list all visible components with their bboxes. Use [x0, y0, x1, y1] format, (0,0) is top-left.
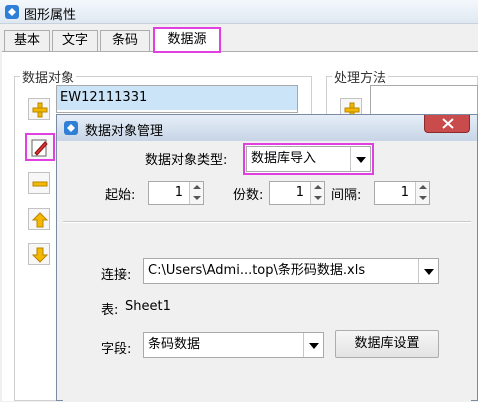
move-down-button[interactable] — [28, 243, 50, 265]
copies-label: 份数: — [233, 188, 264, 203]
type-select-dropdown-button[interactable] — [350, 147, 370, 171]
close-icon — [442, 118, 454, 129]
field-select[interactable]: 条码数据 — [143, 332, 324, 358]
interval-increment[interactable] — [415, 182, 429, 193]
dialog-app-icon — [63, 120, 79, 136]
add-button[interactable] — [28, 98, 50, 120]
move-up-button[interactable] — [28, 208, 50, 230]
remove-button[interactable] — [28, 172, 50, 194]
connection-select[interactable]: C:\Users\Admi...top\条形码数据.xls — [143, 258, 439, 284]
field-label: 字段: — [101, 342, 132, 357]
data-object-group-label: 数据对象 — [20, 67, 77, 86]
interval-label: 间隔: — [331, 188, 362, 203]
start-value: 1 — [174, 185, 183, 200]
edit-icon — [31, 139, 48, 157]
edit-button[interactable] — [25, 133, 55, 161]
close-button[interactable] — [424, 115, 470, 133]
copies-increment[interactable] — [310, 182, 324, 193]
arrow-down-icon — [31, 247, 49, 263]
interval-value: 1 — [400, 185, 409, 200]
dialog-title: 数据对象管理 — [85, 124, 164, 139]
dialog-body: 数据对象类型: 数据库导入 起始: 1 份数: 1 间隔: 1 连接: C:\U… — [63, 141, 471, 402]
minus-icon — [32, 181, 48, 187]
type-select-value: 数据库导入 — [251, 151, 317, 166]
add-icon — [32, 102, 48, 118]
arrow-up-icon — [31, 212, 49, 228]
start-label: 起始: — [105, 188, 136, 203]
connection-dropdown-button[interactable] — [418, 259, 438, 283]
db-settings-button[interactable]: 数据库设置 — [335, 330, 439, 358]
table-value: Sheet1 — [125, 299, 171, 314]
copies-decrement[interactable] — [310, 193, 324, 204]
type-label: 数据对象类型: — [145, 153, 228, 168]
connection-label: 连接: — [101, 268, 132, 283]
app-icon — [4, 4, 20, 20]
tab-basic[interactable]: 基本 — [4, 30, 50, 52]
divider-highlight — [63, 222, 471, 223]
copies-value: 1 — [295, 185, 304, 200]
start-decrement[interactable] — [189, 193, 203, 204]
field-value: 条码数据 — [148, 337, 201, 352]
interval-decrement[interactable] — [415, 193, 429, 204]
start-increment[interactable] — [189, 182, 203, 193]
tab-text[interactable]: 文字 — [52, 30, 98, 52]
list-item[interactable]: EW12111331 — [57, 86, 297, 110]
connection-value: C:\Users\Admi...top\条形码数据.xls — [148, 263, 366, 278]
data-object-dialog: 数据对象管理 数据对象类型: 数据库导入 起始: 1 份数: 1 间隔: 1 连… — [56, 114, 478, 402]
field-dropdown-button[interactable] — [303, 333, 323, 357]
table-label: 表: — [101, 303, 119, 318]
tab-barcode[interactable]: 条码 — [100, 30, 150, 52]
processing-group-label: 处理方法 — [332, 67, 389, 86]
tab-datasource[interactable]: 数据源 — [153, 27, 221, 53]
window-title: 图形属性 — [24, 8, 77, 23]
